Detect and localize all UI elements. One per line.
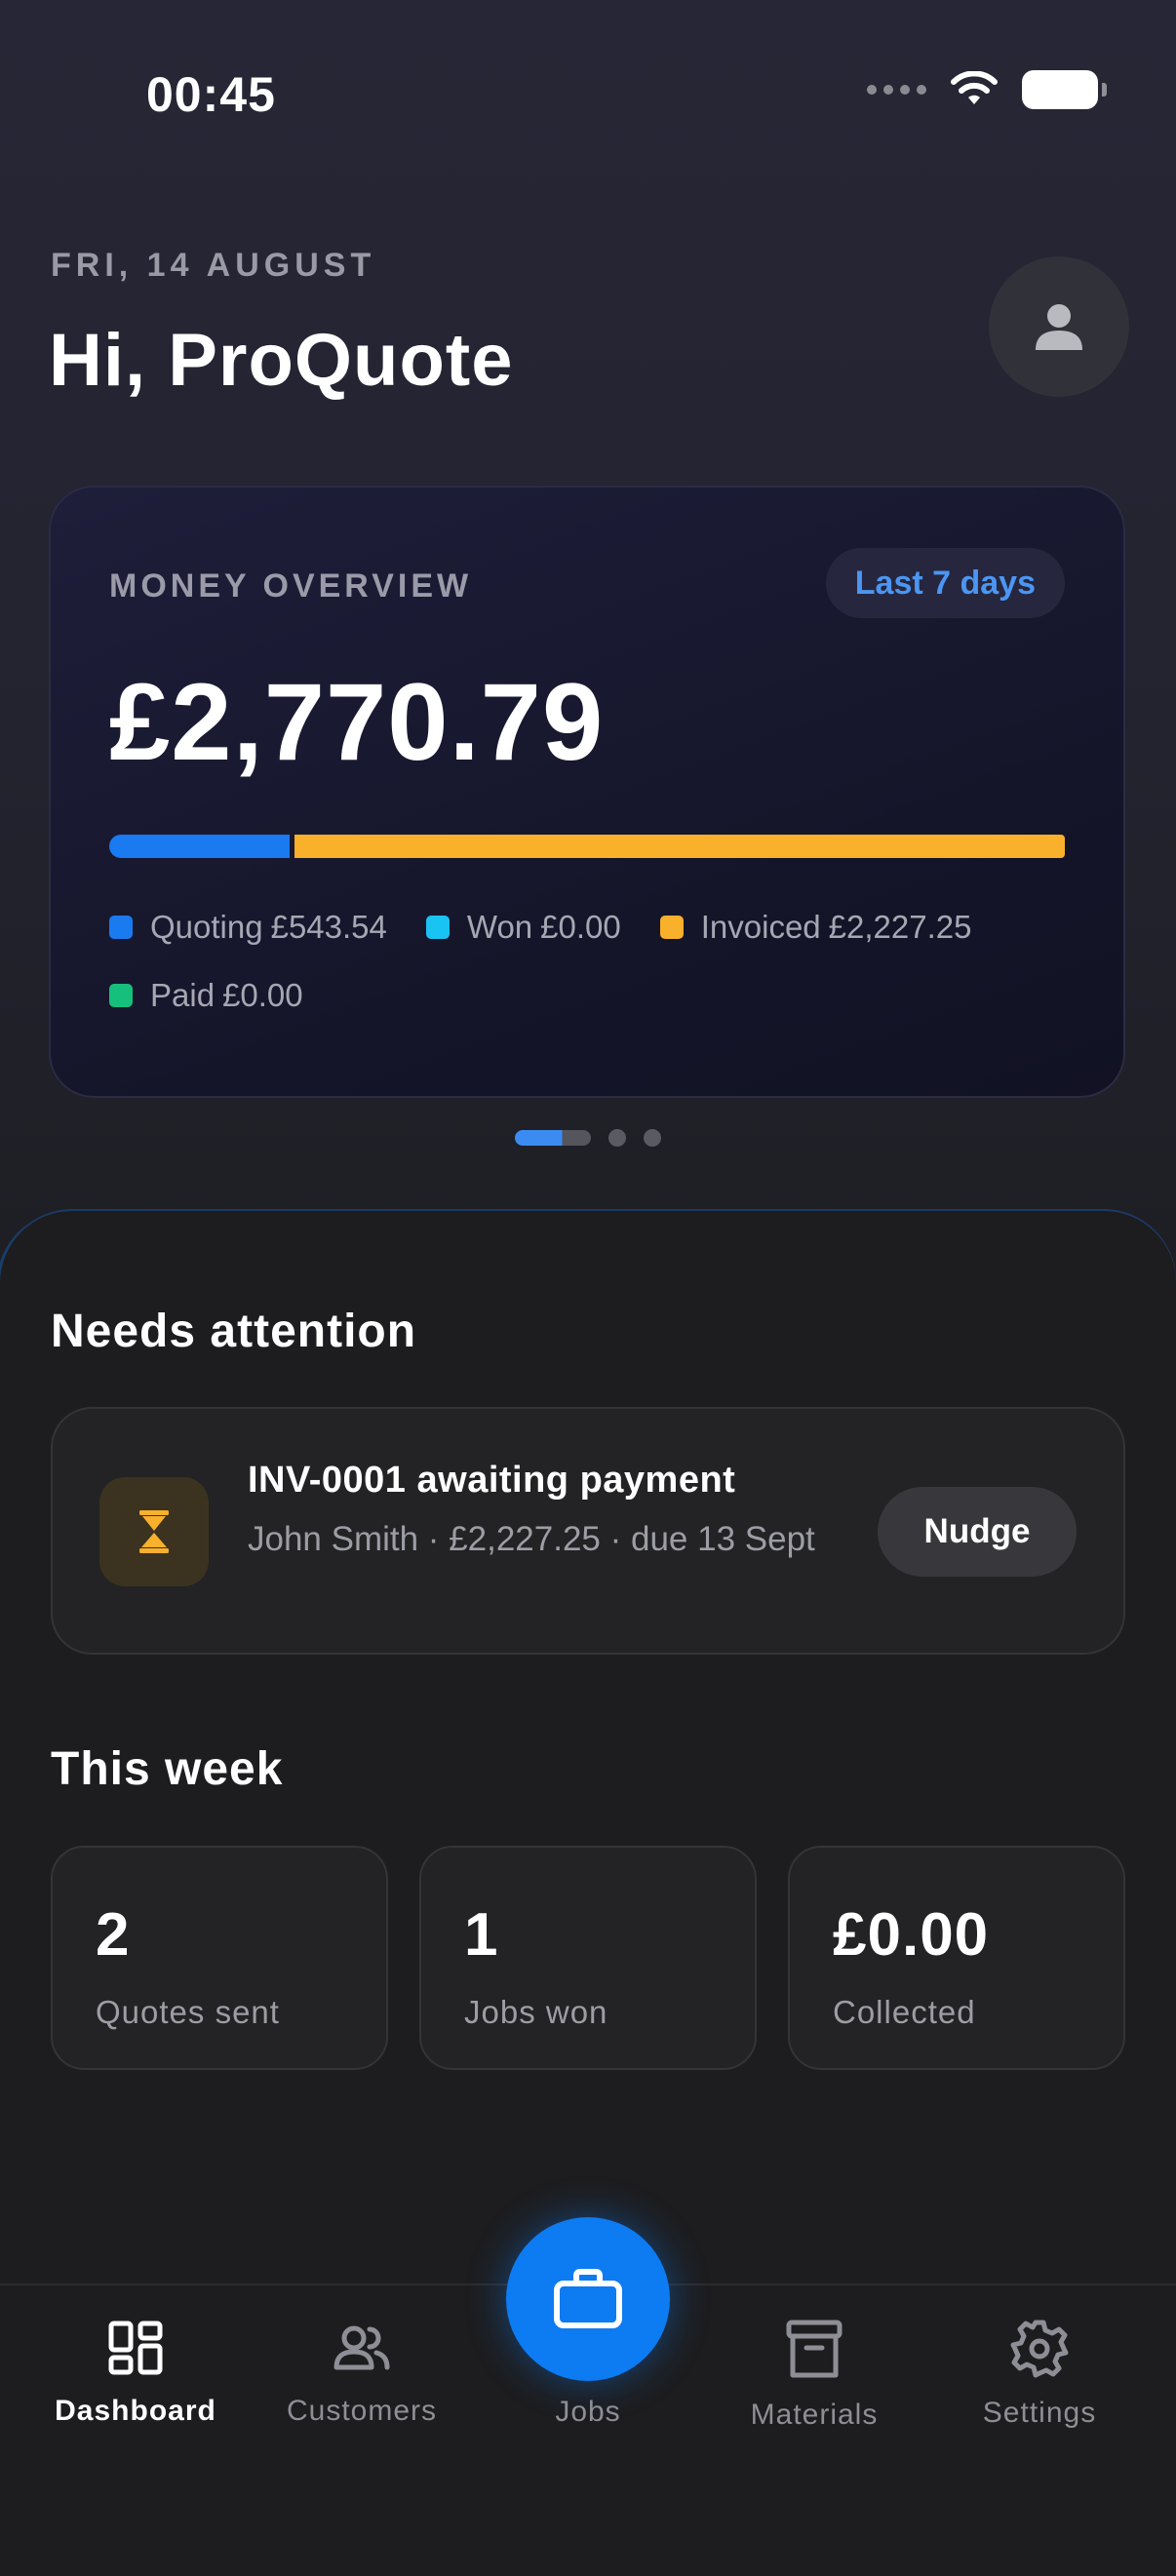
wifi-icon — [951, 71, 998, 104]
legend-swatch-quoting — [109, 916, 133, 939]
cellular-signal-icon — [867, 85, 926, 95]
pager-dot[interactable] — [608, 1129, 626, 1147]
legend-amount: £543.54 — [270, 909, 387, 945]
stat-card-collected[interactable]: £0.00 Collected — [788, 1846, 1125, 2070]
status-icons — [867, 70, 1107, 109]
money-breakdown-bar — [109, 835, 1065, 858]
card-pager[interactable] — [515, 1129, 661, 1147]
tab-label: Settings — [982, 2397, 1097, 2429]
stat-label: Collected — [833, 1994, 976, 2030]
legend-name: Invoiced — [700, 909, 821, 945]
money-overview-card[interactable]: MONEY OVERVIEW Last 7 days £2,770.79 Quo… — [49, 486, 1125, 1098]
tab-dashboard[interactable]: Dashboard — [19, 2319, 253, 2428]
attention-item[interactable]: INV-0001 awaiting payment John Smith · £… — [51, 1407, 1125, 1655]
bar-segment-quoting — [109, 835, 290, 858]
user-icon — [1036, 304, 1082, 350]
legend-item-won: Won £0.00 — [425, 909, 621, 946]
tab-customers[interactable]: Customers — [245, 2319, 479, 2428]
stat-label: Jobs won — [464, 1994, 608, 2030]
tab-jobs-label[interactable]: Jobs — [471, 2396, 705, 2429]
money-overview-label: MONEY OVERVIEW — [109, 567, 473, 605]
legend-amount: £0.00 — [540, 909, 621, 945]
period-selector[interactable]: Last 7 days — [825, 548, 1065, 618]
date-label: FRI, 14 AUGUST — [51, 247, 376, 284]
nudge-button[interactable]: Nudge — [878, 1487, 1077, 1577]
legend-swatch-paid — [109, 984, 133, 1007]
status-time: 00:45 — [146, 67, 276, 122]
tab-label: Materials — [750, 2399, 879, 2431]
gear-icon — [1010, 2320, 1069, 2378]
legend-item-invoiced: Invoiced £2,227.25 — [659, 909, 972, 946]
attention-item-subtitle: John Smith · £2,227.25 · due 13 Sept — [248, 1520, 815, 1558]
battery-icon — [1022, 70, 1107, 109]
greeting-title: Hi, ProQuote — [49, 319, 514, 402]
pager-dot[interactable] — [644, 1129, 661, 1147]
attention-item-title: INV-0001 awaiting payment — [248, 1460, 736, 1501]
bar-segment-invoiced — [294, 835, 1065, 858]
legend-item-paid: Paid £0.00 — [109, 977, 303, 1014]
legend-name: Won — [466, 909, 533, 945]
stat-value: 2 — [96, 1901, 131, 1969]
customers-icon — [333, 2325, 390, 2370]
profile-avatar-button[interactable] — [989, 256, 1129, 397]
legend-name: Paid — [150, 977, 216, 1013]
tab-label: Customers — [286, 2395, 438, 2427]
this-week-title: This week — [51, 1743, 284, 1795]
money-legend: Quoting £543.54 Won £0.00 Invoiced £2,22… — [109, 909, 1084, 1014]
stat-value: £0.00 — [833, 1901, 990, 1969]
stat-label: Quotes sent — [96, 1994, 280, 2030]
legend-name: Quoting — [150, 909, 263, 945]
tab-label: Dashboard — [55, 2395, 216, 2427]
needs-attention-title: Needs attention — [51, 1306, 417, 1357]
legend-item-quoting: Quoting £543.54 — [109, 909, 387, 946]
tab-settings[interactable]: Settings — [922, 2319, 1156, 2430]
legend-swatch-invoiced — [659, 916, 684, 939]
pager-dot-active[interactable] — [515, 1130, 591, 1146]
archive-box-icon — [786, 2320, 843, 2378]
tab-materials[interactable]: Materials — [697, 2319, 931, 2432]
money-total: £2,770.79 — [109, 661, 605, 783]
stat-card-quotes-sent[interactable]: 2 Quotes sent — [51, 1846, 388, 2070]
legend-swatch-won — [425, 916, 450, 939]
legend-amount: £0.00 — [222, 977, 303, 1013]
hourglass-icon — [99, 1477, 209, 1586]
jobs-fab-button[interactable] — [506, 2217, 670, 2381]
briefcase-icon — [554, 2269, 622, 2328]
stat-value: 1 — [464, 1901, 499, 1969]
dashboard-icon — [108, 2321, 163, 2375]
stat-card-jobs-won[interactable]: 1 Jobs won — [419, 1846, 757, 2070]
legend-amount: £2,227.25 — [828, 909, 972, 945]
